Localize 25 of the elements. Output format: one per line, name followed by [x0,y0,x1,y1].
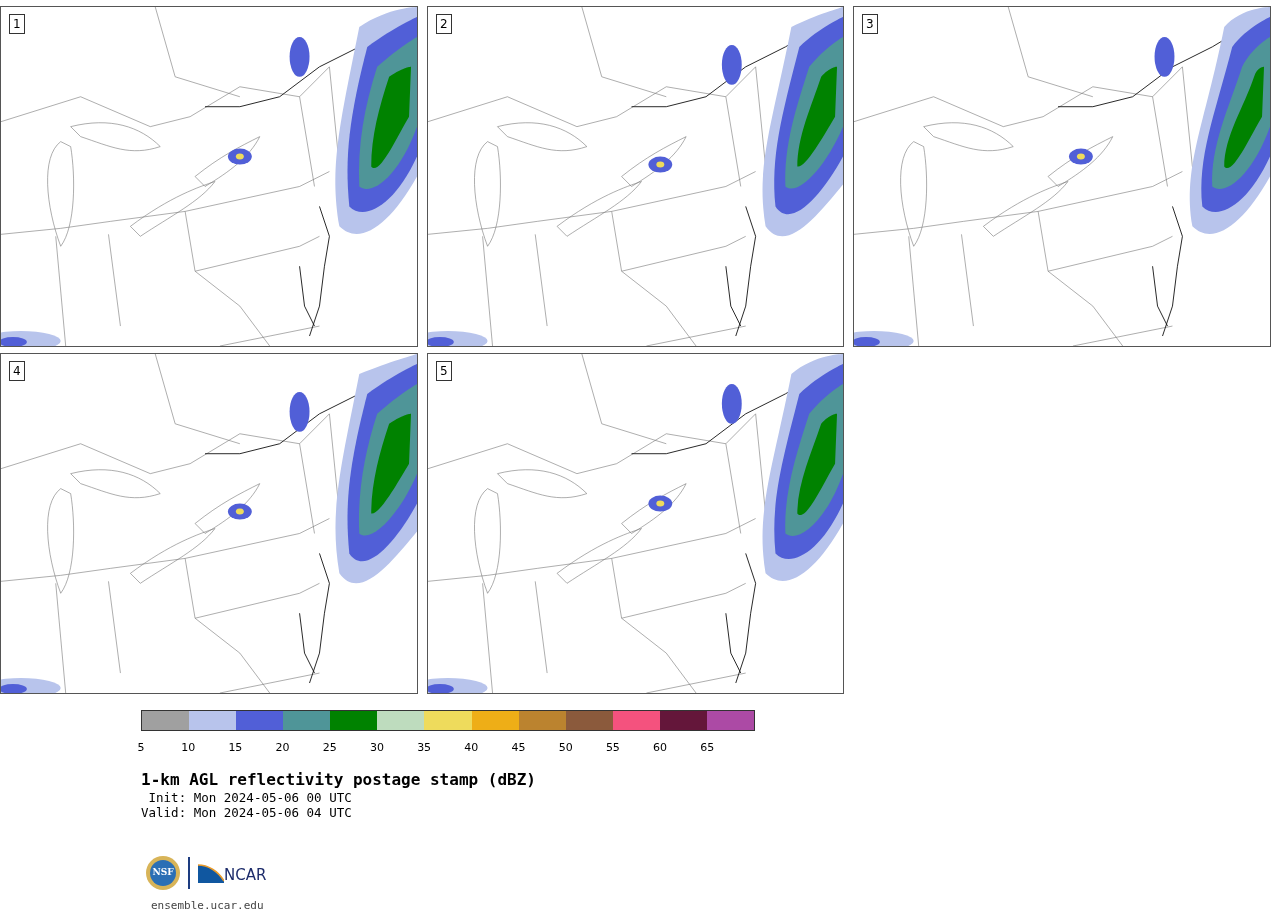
scale-tick-label: 10 [181,741,196,755]
scale-tick-label: 55 [605,741,620,755]
scale-tick-label: 40 [464,741,479,755]
logo-wordmark: NCAR [224,867,267,883]
panel-number-label: 3 [862,14,878,34]
scale-tick-label: 30 [369,741,384,755]
scale-tick-label: 65 [700,741,715,755]
scale-tick-label: 15 [228,741,243,755]
website-url: ensemble.ucar.edu [151,899,265,910]
scale-tick-label: 25 [322,741,337,755]
scale-tick-label: 60 [653,741,668,755]
scale-tick-label: 50 [558,741,573,755]
panel-number-label: 5 [436,361,452,381]
panel-number-label: 2 [436,14,452,34]
scale-tick-label: 45 [511,741,526,755]
logo-text: NSF [150,860,176,886]
chart-title: 1-km AGL reflectivity postage stamp (dBZ) [141,770,537,790]
arc-logo-icon [198,863,224,883]
valid-time-text: Valid: Mon 2024-05-06 04 UTC [141,805,353,820]
panel-number-label: 1 [9,14,25,34]
scale-tick-label: 20 [275,741,290,755]
scale-tick-label: 35 [417,741,432,755]
init-time-text: Init: Mon 2024-05-06 00 UTC [147,790,353,805]
panel-number-label: 4 [9,361,25,381]
scale-tick-label: 5 [137,741,145,755]
